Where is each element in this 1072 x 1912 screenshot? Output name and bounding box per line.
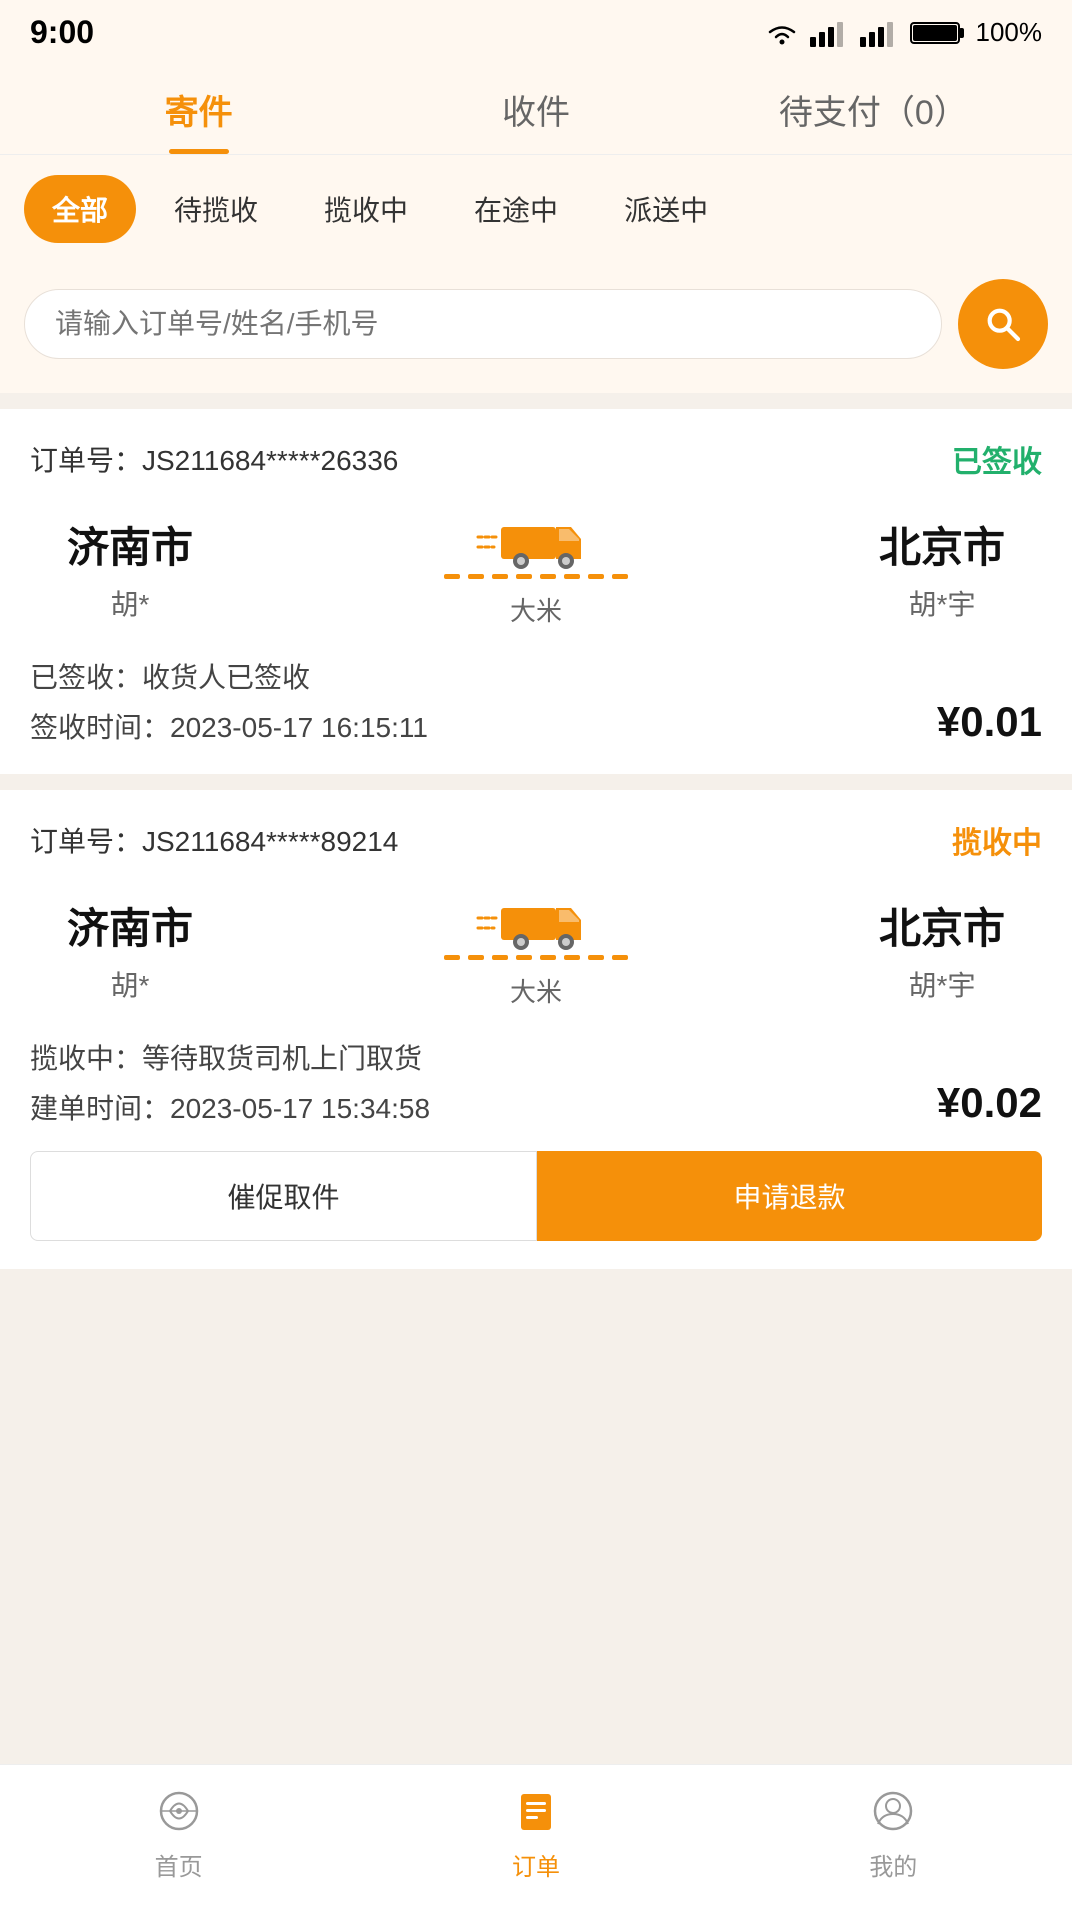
- route-middle-1: 大米: [230, 509, 842, 628]
- order-info-2: 揽收中：等待取货司机上门取货 建单时间：2023-05-17 15:34:58 …: [30, 1037, 1042, 1127]
- goods-label-2: 大米: [510, 972, 562, 1009]
- status-time: 9:00: [30, 14, 94, 51]
- filter-waiting[interactable]: 待揽收: [146, 175, 286, 243]
- to-city-name-1: 北京市: [842, 514, 1042, 575]
- content-area: 订单号：JS211684*****26336 已签收 济南市 胡*: [0, 393, 1072, 1301]
- truck-icon-2: [476, 890, 596, 955]
- to-city-1: 北京市 胡*宇: [842, 514, 1042, 623]
- profile-icon: [865, 1783, 921, 1839]
- time-2: 建单时间：2023-05-17 15:34:58: [30, 1087, 430, 1127]
- filter-bar: 全部 待揽收 揽收中 在途中 派送中: [0, 155, 1072, 263]
- route-dashes-1: [444, 574, 628, 579]
- search-icon: [983, 304, 1023, 344]
- status-bar: 9:00 100%: [0, 0, 1072, 61]
- order-card-2: 订单号：JS211684*****89214 揽收中 济南市 胡*: [0, 790, 1072, 1269]
- filter-collecting[interactable]: 揽收中: [296, 175, 436, 243]
- filter-all[interactable]: 全部: [24, 175, 136, 243]
- tab-send[interactable]: 寄件: [30, 61, 367, 154]
- order-price-2: ¥0.02: [937, 1079, 1042, 1127]
- to-city-name-2: 北京市: [842, 895, 1042, 956]
- status-desc-2: 揽收中：等待取货司机上门取货: [30, 1037, 430, 1077]
- search-input-wrap: [24, 289, 942, 359]
- main-tab-bar: 寄件 收件 待支付（0）: [0, 61, 1072, 155]
- to-person-1: 胡*宇: [842, 583, 1042, 623]
- filter-delivering[interactable]: 派送中: [596, 175, 736, 243]
- from-city-2: 济南市 胡*: [30, 895, 230, 1004]
- truck-container-1: [444, 509, 628, 579]
- bottom-nav: 首页 订单 我的: [0, 1764, 1072, 1912]
- home-icon: [151, 1783, 207, 1839]
- order-status-1: 已签收: [952, 437, 1042, 481]
- order-detail-2: 揽收中：等待取货司机上门取货 建单时间：2023-05-17 15:34:58: [30, 1037, 430, 1127]
- search-input[interactable]: [55, 308, 911, 340]
- signal-icon: [810, 19, 850, 47]
- to-person-2: 胡*宇: [842, 964, 1042, 1004]
- from-city-1: 济南市 胡*: [30, 514, 230, 623]
- order-icon: [508, 1783, 564, 1839]
- battery-percentage: 100%: [976, 17, 1043, 48]
- order-detail-1: 已签收：收货人已签收 签收时间：2023-05-17 16:15:11: [30, 656, 428, 746]
- status-icons: 100%: [764, 17, 1043, 48]
- search-section: [0, 263, 1072, 393]
- nav-home[interactable]: 首页: [0, 1765, 357, 1892]
- order-route-1: 济南市 胡*: [30, 509, 1042, 628]
- refund-button[interactable]: 申请退款: [537, 1151, 1042, 1241]
- truck-icon-1: [476, 509, 596, 574]
- order-number-1: 订单号：JS211684*****26336: [30, 439, 398, 479]
- tab-receive[interactable]: 收件: [367, 61, 704, 154]
- nav-order[interactable]: 订单: [357, 1765, 714, 1892]
- order-header-1: 订单号：JS211684*****26336 已签收: [30, 437, 1042, 481]
- nav-home-label: 首页: [155, 1847, 203, 1882]
- status-desc-1: 已签收：收货人已签收: [30, 656, 428, 696]
- nav-profile[interactable]: 我的: [715, 1765, 1072, 1892]
- from-person-2: 胡*: [30, 964, 230, 1004]
- battery-icon: [910, 19, 966, 47]
- time-1: 签收时间：2023-05-17 16:15:11: [30, 706, 428, 746]
- order-info-1: 已签收：收货人已签收 签收时间：2023-05-17 16:15:11 ¥0.0…: [30, 656, 1042, 746]
- from-person-1: 胡*: [30, 583, 230, 623]
- order-header-2: 订单号：JS211684*****89214 揽收中: [30, 818, 1042, 862]
- order-card-1: 订单号：JS211684*****26336 已签收 济南市 胡*: [0, 409, 1072, 774]
- order-number-2: 订单号：JS211684*****89214: [30, 820, 398, 860]
- partial-actions: 催促取件 申请退款: [30, 1151, 1042, 1241]
- signal-icon-2: [860, 19, 900, 47]
- nav-order-label: 订单: [512, 1847, 560, 1882]
- wifi-icon: [764, 20, 800, 46]
- urge-pickup-button[interactable]: 催促取件: [30, 1151, 537, 1241]
- order-status-2: 揽收中: [952, 818, 1042, 862]
- from-city-name-2: 济南市: [30, 895, 230, 956]
- filter-transit[interactable]: 在途中: [446, 175, 586, 243]
- search-button[interactable]: [958, 279, 1048, 369]
- route-middle-2: 大米: [230, 890, 842, 1009]
- truck-container-2: [444, 890, 628, 960]
- tab-pending-payment[interactable]: 待支付（0）: [705, 61, 1042, 154]
- order-route-2: 济南市 胡*: [30, 890, 1042, 1009]
- order-price-1: ¥0.01: [937, 698, 1042, 746]
- to-city-2: 北京市 胡*宇: [842, 895, 1042, 1004]
- nav-profile-label: 我的: [869, 1847, 917, 1882]
- route-dashes-2: [444, 955, 628, 960]
- goods-label-1: 大米: [510, 591, 562, 628]
- from-city-name-1: 济南市: [30, 514, 230, 575]
